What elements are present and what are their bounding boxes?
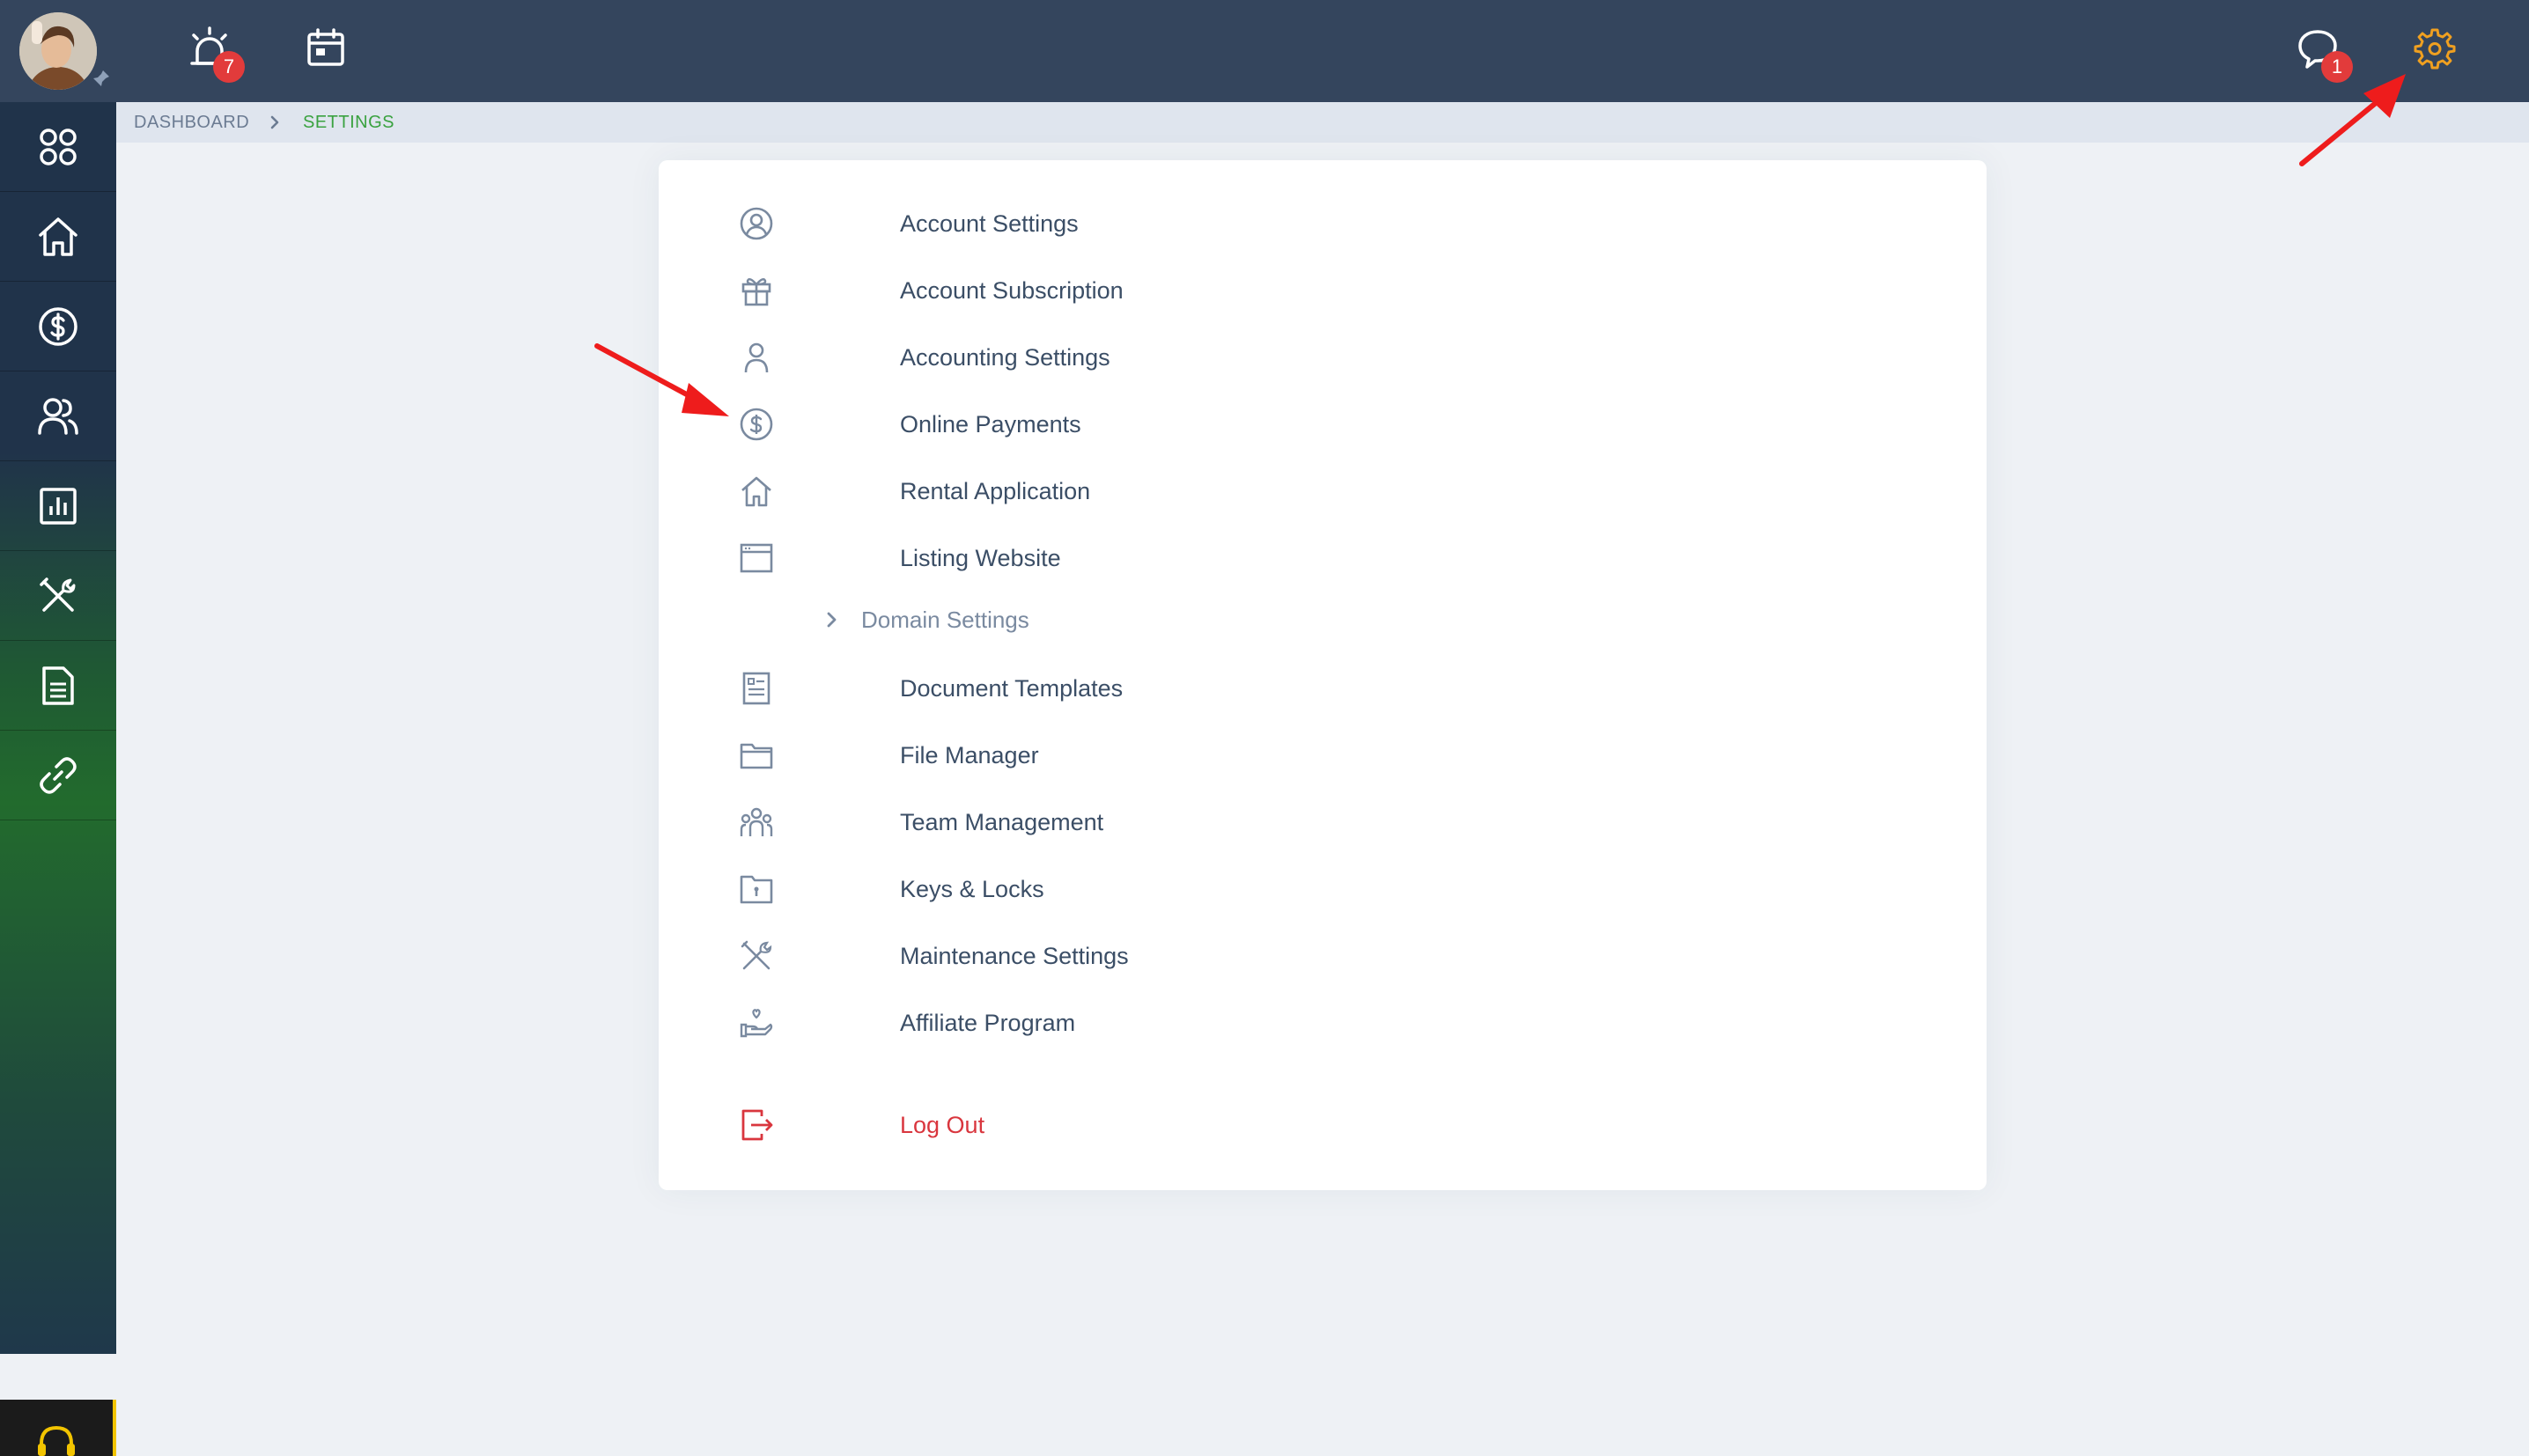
breadcrumb-settings: SETTINGS: [303, 112, 395, 132]
menu-rental-application[interactable]: Rental Application: [738, 465, 1354, 518]
tools-icon: [738, 938, 775, 974]
menu-keys-locks[interactable]: Keys & Locks: [738, 863, 1354, 916]
menu-file-manager[interactable]: File Manager: [738, 729, 1354, 782]
menu-accounting-settings[interactable]: Accounting Settings: [738, 331, 1354, 384]
menu-label: File Manager: [900, 741, 1039, 768]
browser-window-icon: [738, 540, 775, 577]
menu-label: Listing Website: [900, 544, 1061, 571]
menu-label: Rental Application: [900, 477, 1091, 504]
sidebar-item-reports[interactable]: [0, 461, 116, 551]
sidebar-item-payments[interactable]: [0, 282, 116, 371]
apps-icon: [40, 128, 77, 165]
breadcrumb-dashboard-link[interactable]: DASHBOARD: [134, 113, 249, 133]
headset-icon: [38, 1425, 75, 1456]
menu-label: Maintenance Settings: [900, 942, 1129, 969]
user-avatar[interactable]: [19, 12, 97, 90]
sidebar-item-home[interactable]: [0, 192, 116, 282]
team-icon: [738, 804, 775, 841]
tools-icon: [40, 577, 76, 612]
document-icon: [42, 665, 74, 705]
sidebar-item-people[interactable]: [0, 371, 116, 461]
gift-icon: [738, 272, 775, 309]
dollar-icon: [39, 306, 77, 346]
sidebar-item-apps[interactable]: [0, 102, 116, 192]
notification-count-badge: 7: [213, 51, 245, 83]
menu-document-templates[interactable]: Document Templates: [738, 662, 1354, 715]
settings-button[interactable]: [2413, 26, 2459, 72]
menu-label: Account Subscription: [900, 276, 1124, 304]
sidebar: [0, 102, 116, 1456]
settings-menu-card: Account Settings Account Subscription Ac…: [659, 160, 1987, 1190]
menu-team-management[interactable]: Team Management: [738, 796, 1354, 849]
folder-icon: [738, 737, 775, 774]
alarm-notifications-button[interactable]: 7: [187, 25, 245, 83]
top-navigation-bar: 7 1: [0, 0, 2529, 102]
chevron-right-icon: [827, 612, 837, 628]
support-button[interactable]: [0, 1400, 116, 1456]
menu-label: Online Payments: [900, 410, 1081, 438]
menu-label: Account Settings: [900, 210, 1079, 237]
menu-label: Affiliate Program: [900, 1009, 1076, 1036]
people-icon: [38, 397, 78, 435]
menu-affiliate-program[interactable]: Affiliate Program: [738, 996, 1354, 1049]
house-icon: [738, 473, 775, 510]
calendar-icon: [307, 28, 344, 66]
submenu-domain-settings[interactable]: Domain Settings: [817, 598, 1169, 642]
breadcrumb: DASHBOARD SETTINGS: [116, 102, 2529, 143]
menu-listing-website[interactable]: Listing Website: [738, 532, 1354, 585]
sidebar-item-documents[interactable]: [0, 641, 116, 731]
gear-icon: [2414, 28, 2456, 70]
menu-label: Document Templates: [900, 674, 1124, 702]
dollar-circle-icon: [738, 406, 775, 443]
link-icon: [40, 756, 77, 794]
menu-account-subscription[interactable]: Account Subscription: [738, 264, 1354, 317]
sidebar-item-links[interactable]: [0, 731, 116, 820]
hand-heart-icon: [738, 1004, 775, 1041]
logout-icon: [738, 1107, 775, 1143]
reports-icon: [40, 487, 77, 525]
logout-button[interactable]: Log Out: [738, 1099, 1354, 1151]
menu-maintenance-settings[interactable]: Maintenance Settings: [738, 930, 1354, 982]
menu-label: Keys & Locks: [900, 875, 1044, 902]
menu-label: Team Management: [900, 808, 1104, 835]
menu-label: Log Out: [900, 1111, 985, 1138]
menu-account-settings[interactable]: Account Settings: [738, 197, 1354, 250]
pin-icon[interactable]: [92, 69, 111, 88]
document-template-icon: [738, 670, 775, 707]
menu-online-payments[interactable]: Online Payments: [738, 398, 1354, 451]
lock-folder-icon: [738, 871, 775, 908]
calendar-button[interactable]: [305, 26, 347, 69]
sidebar-item-maintenance[interactable]: [0, 551, 116, 641]
annotation-arrow-settings: [2299, 74, 2406, 166]
user-icon: [738, 339, 775, 376]
user-circle-icon: [738, 205, 775, 242]
submenu-label: Domain Settings: [861, 606, 1029, 633]
chevron-right-icon: [270, 115, 279, 129]
menu-label: Accounting Settings: [900, 343, 1110, 371]
home-icon: [39, 217, 77, 256]
annotation-arrow-payments: [594, 343, 729, 416]
